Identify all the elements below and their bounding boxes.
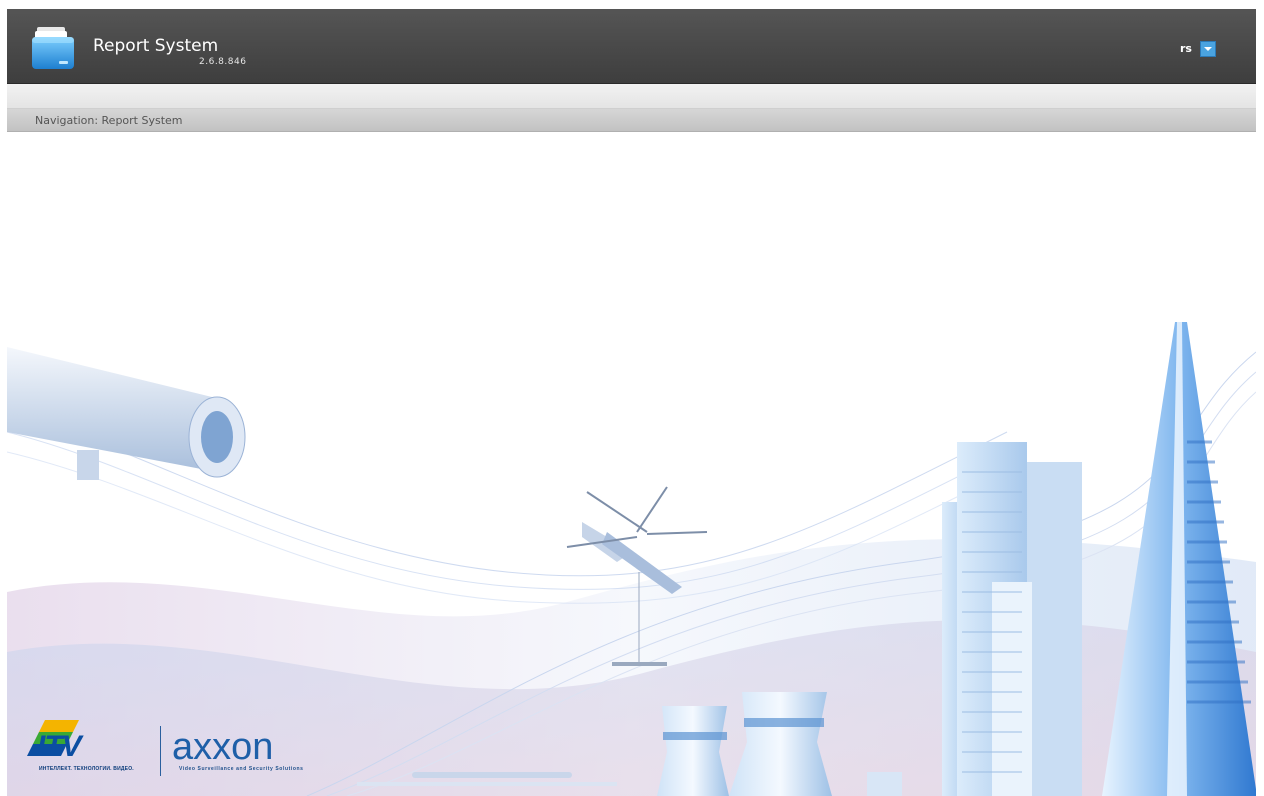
app-title: Report System: [93, 36, 219, 56]
background-illustration: [7, 322, 1256, 796]
logo-divider: [160, 726, 161, 776]
axxon-tagline: Video Surveillance and Security Solution…: [179, 766, 304, 772]
camera-graphic: [7, 347, 246, 480]
user-name[interactable]: rs: [1180, 42, 1192, 55]
folder-report-icon: [32, 27, 74, 69]
itv-logo: ITV: [37, 730, 82, 763]
itv-tagline: ИНТЕЛЛЕКТ. ТЕХНОЛОГИИ. ВИДЕО.: [39, 766, 134, 772]
breadcrumb-label: Navigation: Report System: [35, 114, 183, 127]
axxon-logo: axxon: [172, 726, 274, 768]
user-menu-button[interactable]: [1200, 41, 1216, 57]
toolbar-strip: [7, 84, 1256, 109]
app-header: Report System 2.6.8.846 rs: [7, 9, 1256, 84]
main-content: ITV ИНТЕЛЛЕКТ. ТЕХНОЛОГИИ. ВИДЕО. axxon …: [7, 132, 1256, 796]
chevron-down-icon: [1204, 47, 1212, 51]
breadcrumb: Navigation: Report System: [7, 109, 1256, 132]
app-window: Report System 2.6.8.846 rs Navigation: R…: [7, 9, 1256, 796]
app-version: 2.6.8.846: [199, 57, 247, 67]
